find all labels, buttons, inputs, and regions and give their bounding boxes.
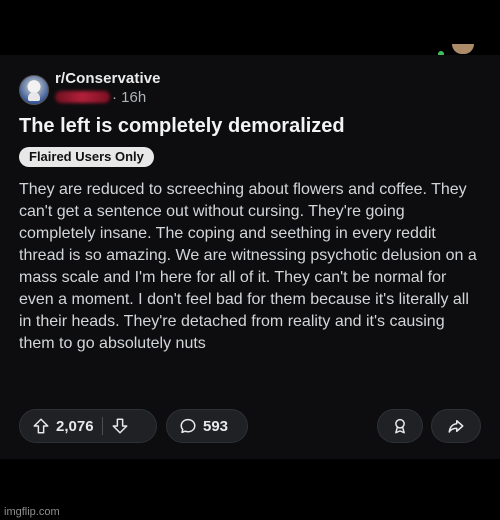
vote-divider	[101, 417, 103, 435]
post-body: They are reduced to screeching about flo…	[19, 179, 481, 355]
post-age: · 16h	[112, 89, 147, 106]
watermark: imgflip.com	[4, 506, 60, 518]
redacted-username	[55, 91, 110, 103]
post-card: r/Conservative · 16h The left is complet…	[0, 55, 500, 459]
award-icon	[391, 417, 409, 435]
post-title[interactable]: The left is completely demoralized	[19, 115, 345, 138]
post-flair-badge: Flaired Users Only	[19, 147, 154, 167]
upvote-arrow-icon[interactable]	[32, 417, 50, 435]
post-body-text: They are reduced to screeching about flo…	[19, 181, 477, 352]
share-arrow-icon	[447, 417, 465, 435]
downvote-arrow-icon[interactable]	[111, 417, 129, 435]
comment-count: 593	[203, 417, 229, 435]
share-button[interactable]	[431, 409, 481, 443]
subreddit-avatar[interactable]	[19, 75, 49, 105]
top-black-band	[0, 0, 500, 53]
comments-button[interactable]: 593	[166, 409, 248, 443]
award-button[interactable]	[377, 409, 423, 443]
post-actions-bar: 2,076 593	[0, 409, 500, 443]
subreddit-name[interactable]: r/Conservative	[55, 70, 161, 87]
vote-pill: 2,076	[19, 409, 157, 443]
bottom-black-band: imgflip.com	[0, 459, 500, 520]
comment-bubble-icon	[179, 417, 197, 435]
upvote-count: 2,076	[56, 417, 94, 435]
